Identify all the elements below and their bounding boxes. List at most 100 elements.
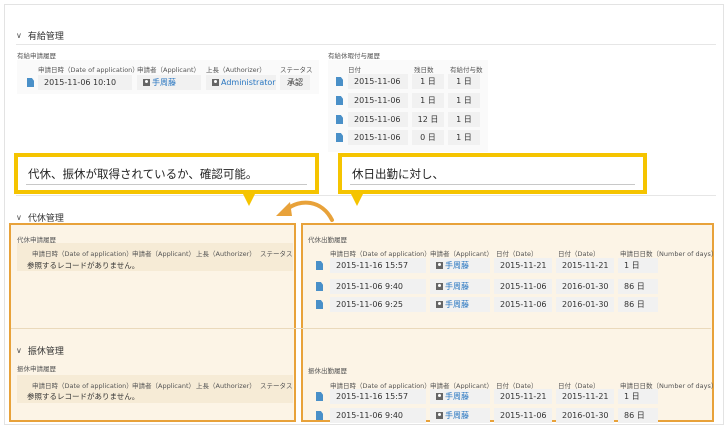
table-header: 残日数 [414, 66, 434, 74]
table-cell: 1 日 [448, 130, 480, 145]
divider [16, 44, 716, 45]
table-cell: 1 日 [618, 258, 658, 273]
callout-right: 休日出勤に対し、 [338, 153, 647, 194]
table-cell: 2015-11-06 10:10 [38, 75, 132, 90]
callout-underline [350, 184, 635, 185]
table-cell: 2015-11-06 [348, 74, 408, 89]
divider [16, 195, 716, 196]
table-cell: 2015-11-06 [348, 93, 408, 108]
table-cell: 2016-01-30 [556, 297, 614, 312]
user-icon [436, 393, 443, 400]
empty-message: 参照するレコードがありません。 [27, 392, 140, 401]
table-cell: 2015-11-06 9:25 [330, 297, 426, 312]
table-cell: 2015-11-06 [494, 408, 552, 423]
table-cell: 手周藤 [430, 389, 490, 404]
table-cell: 1 日 [412, 93, 444, 108]
applicant-link[interactable]: 手周藤 [436, 299, 469, 310]
paid-leave-app-history-title: 有給申請履歴 [17, 52, 56, 60]
paid-leave-section-header[interactable]: ∨ 有給管理 [16, 29, 64, 42]
table-cell: 12 日 [412, 112, 444, 127]
table-cell: 2015-11-21 [494, 258, 552, 273]
paid-leave-title: 有給管理 [27, 32, 64, 42]
table-header: ステータス [260, 382, 293, 390]
curved-arrow-icon [276, 200, 334, 222]
table-cell: 1 日 [448, 93, 480, 108]
callout-left-text: 代休、振休が取得されているか、確認可能。 [28, 166, 258, 181]
table-cell: 2016-01-30 [556, 279, 614, 294]
table-cell: 86 日 [618, 297, 658, 312]
table-cell: 2015-11-16 15:57 [330, 258, 426, 273]
applicant-link[interactable]: 手周藤 [436, 410, 469, 421]
table-header: 上長（Authorizer） [206, 66, 266, 74]
table-cell: 2016-01-30 [556, 408, 614, 423]
table-cell: 86 日 [618, 408, 658, 423]
table-header: 日付（Date） [558, 250, 600, 258]
callout-underline [26, 184, 307, 185]
table-cell: 手周藤 [430, 297, 490, 312]
table-header: 申請日時（Date of application） [32, 250, 133, 258]
table-cell: 2015-11-06 [348, 112, 408, 127]
applicant-link[interactable]: 手周藤 [436, 260, 469, 271]
applicant-link[interactable]: 手周藤 [436, 391, 469, 402]
transfer-leave-work-history-title: 振休出勤履歴 [308, 367, 347, 375]
table-cell: 手周藤 [137, 75, 201, 90]
callout-right-pointer [351, 194, 363, 206]
applicant-link[interactable]: 手周藤 [436, 281, 469, 292]
chevron-down-icon: ∨ [16, 31, 22, 40]
table-header: 上長（Authorizer） [196, 250, 256, 258]
table-header: 申請日時（Date of application） [330, 250, 431, 258]
callout-left-pointer [243, 194, 255, 206]
table-cell: 86 日 [618, 279, 658, 294]
table-cell: Administrator [206, 75, 276, 90]
user-icon [436, 301, 443, 308]
table-header: 申請者（Applicant） [132, 382, 196, 390]
transfer-leave-title: 振休管理 [27, 347, 64, 357]
transfer-leave-section-header[interactable]: ∨ 振休管理 [16, 344, 64, 357]
user-icon [436, 283, 443, 290]
table-header: 申請日時（Date of application） [38, 66, 139, 74]
table-cell: 2015-11-06 [494, 297, 552, 312]
table-cell: 2015-11-06 9:40 [330, 408, 426, 423]
transfer-leave-app-history-title: 振休申請履歴 [17, 365, 56, 373]
table-cell: 1 日 [618, 389, 658, 404]
table-header: 申請者（Applicant） [430, 250, 494, 258]
table-header: ステータス [260, 250, 293, 258]
applicant-link[interactable]: 手周藤 [143, 77, 176, 88]
chevron-down-icon: ∨ [16, 346, 22, 355]
callout-left: 代休、振休が取得されているか、確認可能。 [14, 153, 319, 194]
user-icon [143, 79, 150, 86]
table-header: 申請日日数（Number of days） [620, 250, 718, 258]
table-cell: 手周藤 [430, 279, 490, 294]
user-icon [212, 79, 219, 86]
table-header: 有給付与数 [450, 66, 483, 74]
table-header: 申請者（Applicant） [137, 66, 201, 74]
paid-leave-grant-history-title: 有給休暇付与履歴 [328, 52, 380, 60]
table-cell: 1 日 [448, 74, 480, 89]
table-header: ステータス [280, 66, 313, 74]
callout-right-text: 休日出勤に対し、 [352, 166, 444, 181]
chevron-down-icon: ∨ [16, 213, 22, 222]
table-cell: 2015-11-16 15:57 [330, 389, 426, 404]
comp-leave-work-history-title: 代休出勤履歴 [308, 236, 347, 244]
table-cell: 0 日 [412, 130, 444, 145]
table-cell: 2015-11-06 9:40 [330, 279, 426, 294]
empty-message: 参照するレコードがありません。 [27, 261, 140, 270]
table-cell: 1 日 [412, 74, 444, 89]
table-header: 申請者（Applicant） [132, 250, 196, 258]
user-icon [436, 262, 443, 269]
table-header: 日付 [348, 66, 361, 74]
table-header: 日付（Date） [496, 250, 538, 258]
table-cell: 2015-11-06 [348, 130, 408, 145]
table-cell: 2015-11-21 [556, 258, 614, 273]
table-cell: 2015-11-21 [556, 389, 614, 404]
table-cell: 1 日 [448, 112, 480, 127]
table-cell: 2015-11-21 [494, 389, 552, 404]
table-cell: 2015-11-06 [494, 279, 552, 294]
table-cell: 手周藤 [430, 258, 490, 273]
status-badge: 承認 [280, 75, 310, 90]
divider [11, 328, 711, 329]
authorizer-link[interactable]: Administrator [212, 78, 276, 87]
table-header: 上長（Authorizer） [196, 382, 256, 390]
table-cell: 手周藤 [430, 408, 490, 423]
user-icon [436, 412, 443, 419]
